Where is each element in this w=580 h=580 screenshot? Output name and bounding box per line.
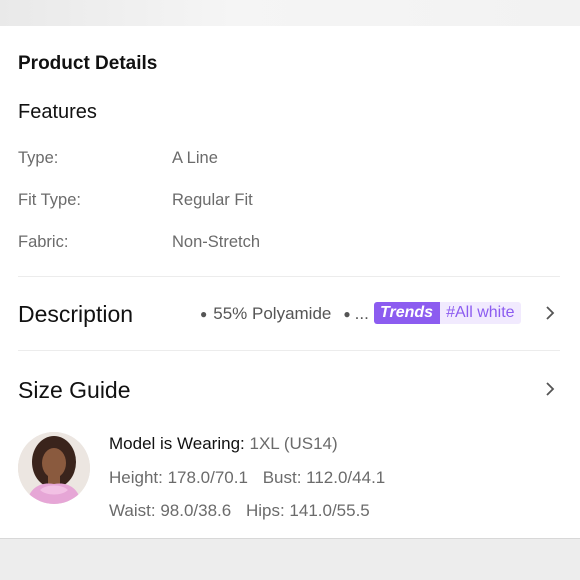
- model-wearing-line: Model is Wearing: 1XL (US14): [109, 434, 338, 454]
- model-bust: Bust: 112.0/44.1: [262, 468, 386, 487]
- top-background-strip: [0, 0, 580, 26]
- product-details-title: Product Details: [18, 53, 158, 74]
- spec-row-fit-type: Fit Type: Regular Fit: [18, 191, 558, 215]
- bullet-dot: ●: [200, 307, 208, 321]
- bullet-dot: ●: [343, 307, 351, 321]
- description-title: Description: [18, 301, 134, 327]
- model-measurements-line: Height: 178.0/70.1 Bust: 112.0/44.1: [109, 468, 385, 488]
- size-guide-title: Size Guide: [18, 377, 131, 403]
- model-height: Height: 178.0/70.1: [109, 468, 248, 487]
- spec-row-fabric: Fabric: Non-Stretch: [18, 233, 558, 257]
- spec-label: Fabric:: [18, 233, 69, 251]
- divider: [18, 350, 560, 351]
- model-measurements-line: Waist: 98.0/38.6 Hips: 141.0/55.5: [109, 501, 370, 521]
- features-heading: Features: [18, 101, 97, 123]
- description-snippet: ● 55% Polyamide ● ...: [200, 302, 369, 326]
- model-wearing-size: 1XL (US14): [249, 434, 338, 453]
- model-avatar: [18, 432, 90, 504]
- spec-value: Non-Stretch: [172, 233, 261, 251]
- model-waist: Waist: 98.0/38.6: [109, 501, 232, 520]
- chevron-right-icon[interactable]: [543, 306, 557, 320]
- product-details-card: Product Details Features Type: A Line Fi…: [0, 26, 580, 538]
- spec-value: A Line: [172, 149, 218, 167]
- spec-label: Type:: [18, 149, 59, 167]
- spec-row-type: Type: A Line: [18, 149, 558, 173]
- bottom-background-strip: [0, 538, 580, 580]
- chevron-right-icon[interactable]: [543, 382, 557, 396]
- trends-tag[interactable]: Trends #All white: [374, 302, 521, 324]
- description-ellipsis: ...: [354, 304, 369, 323]
- description-snippet-text: 55% Polyamide: [213, 304, 332, 323]
- model-wearing-label: Model is Wearing:: [109, 434, 245, 453]
- model-hips: Hips: 141.0/55.5: [245, 501, 370, 520]
- spec-value: Regular Fit: [172, 191, 253, 209]
- trends-hashtag: #All white: [440, 302, 521, 324]
- model-avatar-image: [18, 432, 90, 504]
- divider: [18, 276, 560, 277]
- spec-label: Fit Type:: [18, 191, 81, 209]
- trends-badge: Trends: [374, 302, 441, 324]
